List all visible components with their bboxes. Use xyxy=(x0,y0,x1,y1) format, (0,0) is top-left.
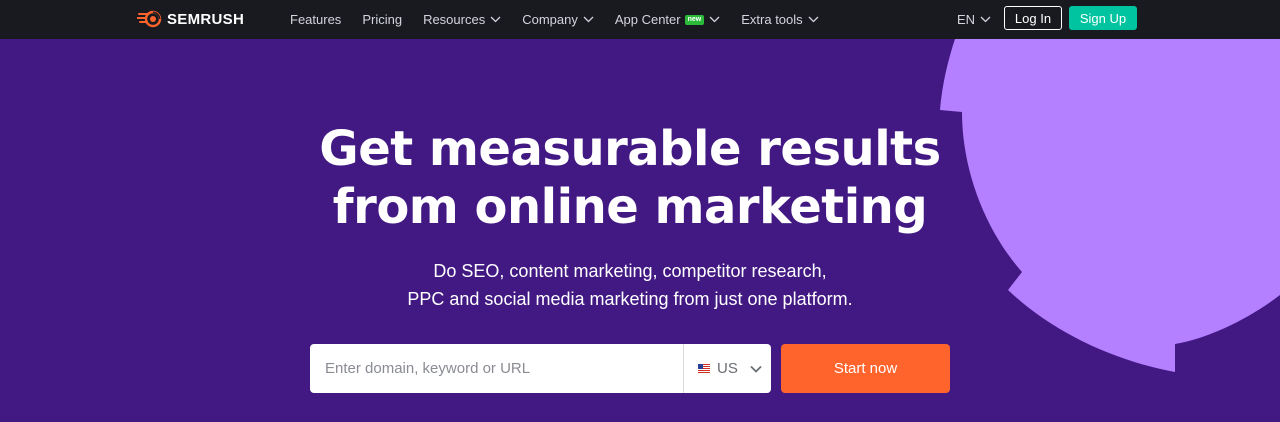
chevron-down-icon xyxy=(750,365,762,373)
nav-label: Pricing xyxy=(362,12,403,27)
nav-label: Resources xyxy=(423,12,486,27)
hero-title-line: from online marketing xyxy=(332,179,928,235)
hero-title-line: Get measurable results xyxy=(319,121,941,177)
chevron-down-icon xyxy=(808,16,819,23)
new-badge: new xyxy=(684,14,705,25)
us-flag-icon xyxy=(698,364,710,373)
nav-item-company[interactable]: Company xyxy=(522,12,594,27)
nav-item-app-center[interactable]: App Center new xyxy=(615,12,720,27)
brand-name: SEMRUSH xyxy=(167,10,245,28)
login-button[interactable]: Log In xyxy=(1004,6,1062,30)
nav-label: Features xyxy=(290,12,342,27)
search-form: US xyxy=(310,344,771,393)
search-input[interactable] xyxy=(310,345,680,392)
nav-item-resources[interactable]: Resources xyxy=(423,12,501,27)
chevron-down-icon xyxy=(490,16,501,23)
semrush-flame-icon xyxy=(137,10,162,28)
language-label: EN xyxy=(957,12,976,27)
nav-item-pricing[interactable]: Pricing xyxy=(362,12,402,27)
chevron-down-icon xyxy=(583,16,594,23)
signup-button[interactable]: Sign Up xyxy=(1069,6,1137,30)
nav-label: Company xyxy=(522,12,578,27)
hero-subtitle-line: Do SEO, content marketing, competitor re… xyxy=(433,261,827,281)
nav-item-extra-tools[interactable]: Extra tools xyxy=(741,12,819,27)
hero-subtitle: Do SEO, content marketing, competitor re… xyxy=(330,257,930,313)
hero-title: Get measurable results from online marke… xyxy=(300,120,960,236)
main-nav: Features Pricing Resources Company App C… xyxy=(290,0,840,39)
chevron-down-icon xyxy=(980,16,991,23)
country-selector[interactable]: US xyxy=(684,344,771,393)
top-navigation-bar: SEMRUSH Features Pricing Resources Compa… xyxy=(0,0,1280,39)
country-label: US xyxy=(717,360,738,377)
language-selector[interactable]: EN xyxy=(957,0,991,39)
nav-label: Extra tools xyxy=(741,12,803,27)
nav-item-features[interactable]: Features xyxy=(290,12,341,27)
start-now-button[interactable]: Start now xyxy=(781,344,950,393)
semrush-logo[interactable]: SEMRUSH xyxy=(137,9,244,29)
hero-subtitle-line: PPC and social media marketing from just… xyxy=(407,289,853,309)
nav-label: App Center xyxy=(614,12,681,27)
chevron-down-icon xyxy=(709,16,720,23)
